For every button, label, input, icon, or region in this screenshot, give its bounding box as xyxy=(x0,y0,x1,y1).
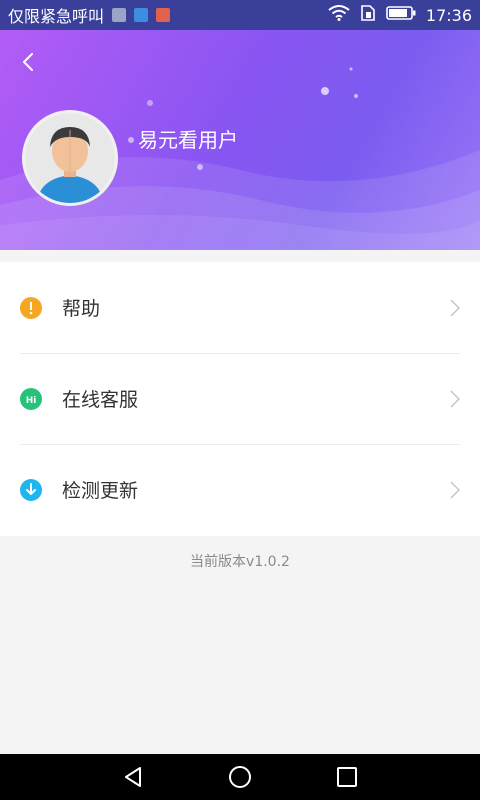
back-button[interactable] xyxy=(14,48,42,76)
info-icon xyxy=(20,296,42,319)
menu-item-online-service[interactable]: Hi 在线客服 xyxy=(0,353,480,444)
wifi-icon xyxy=(328,5,350,25)
alert-notification-icon xyxy=(156,8,171,22)
back-arrow-icon xyxy=(23,53,33,71)
download-icon xyxy=(20,478,42,501)
status-bar: 仅限紧急呼叫 17:36 xyxy=(0,0,480,30)
version-text: 当前版本v1.0.2 xyxy=(190,554,290,570)
username: 易元看用户 xyxy=(138,128,238,152)
chevron-right-icon xyxy=(450,481,460,498)
sim-icon xyxy=(360,4,376,26)
chat-hi-icon: Hi xyxy=(20,387,42,410)
status-time: 17:36 xyxy=(425,5,472,25)
svg-text:Hi: Hi xyxy=(26,396,37,406)
gallery-notification-icon xyxy=(112,8,127,22)
battery-icon xyxy=(386,5,416,25)
nav-home-button[interactable] xyxy=(225,762,255,792)
menu-item-help[interactable]: 帮助 xyxy=(0,262,480,353)
user-avatar-icon xyxy=(25,113,115,203)
profile-header: 易元看用户 xyxy=(0,30,480,250)
app-notification-icon xyxy=(134,8,149,22)
nav-recents-button[interactable] xyxy=(332,762,362,792)
chevron-right-icon xyxy=(450,299,460,316)
chevron-right-icon xyxy=(450,390,460,407)
avatar[interactable] xyxy=(22,110,118,206)
triangle-back-icon xyxy=(125,767,142,787)
circle-home-icon xyxy=(228,766,251,788)
square-recents-icon xyxy=(336,767,357,787)
nav-back-button[interactable] xyxy=(118,762,148,792)
menu-item-label: 检测更新 xyxy=(62,480,139,502)
menu-item-label: 在线客服 xyxy=(62,389,139,411)
status-right: 17:36 xyxy=(328,4,472,26)
status-left: 仅限紧急呼叫 xyxy=(8,3,171,27)
navigation-bar xyxy=(0,754,480,800)
settings-menu: 帮助 Hi 在线客服 检测更新 xyxy=(0,262,480,536)
menu-item-check-update[interactable]: 检测更新 xyxy=(0,444,480,535)
carrier-text: 仅限紧急呼叫 xyxy=(8,7,105,26)
menu-item-label: 帮助 xyxy=(62,298,101,320)
